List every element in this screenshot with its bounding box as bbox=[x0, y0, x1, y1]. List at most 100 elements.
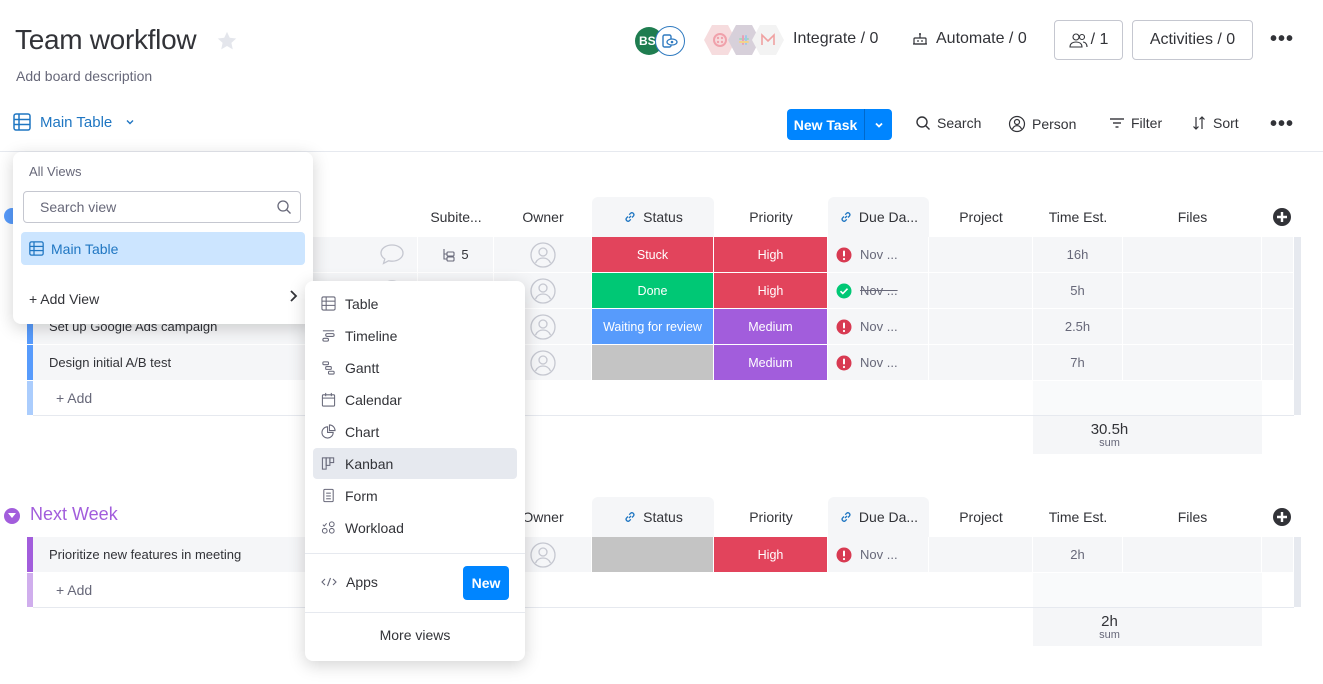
priority-cell[interactable]: Medium bbox=[714, 309, 828, 344]
time-est-cell[interactable]: 2.5h bbox=[1033, 309, 1123, 344]
empty-owner-avatar-icon[interactable] bbox=[529, 277, 556, 304]
comment-bubble-icon[interactable] bbox=[379, 243, 405, 265]
status-cell[interactable]: Stuck bbox=[592, 237, 714, 272]
column-header-files[interactable]: Files bbox=[1123, 497, 1262, 537]
menu-item-workload[interactable]: Workload bbox=[313, 512, 517, 543]
members-button[interactable]: / 1 bbox=[1054, 20, 1123, 60]
person-filter-button[interactable]: Person bbox=[1008, 115, 1076, 133]
column-header-due[interactable]: Due Da... bbox=[828, 497, 929, 537]
menu-item-gantt[interactable]: Gantt bbox=[313, 352, 517, 383]
new-badge[interactable]: New bbox=[463, 566, 509, 600]
status-cell[interactable] bbox=[592, 537, 714, 572]
column-header-project[interactable]: Project bbox=[929, 497, 1033, 537]
column-header-owner[interactable]: Owner bbox=[494, 197, 592, 237]
project-cell[interactable] bbox=[929, 537, 1033, 572]
menu-item-table[interactable]: Table bbox=[313, 288, 517, 319]
chevron-right-icon[interactable] bbox=[287, 289, 299, 303]
filter-icon bbox=[1110, 118, 1124, 128]
due-date-cell[interactable]: Nov ... bbox=[828, 237, 929, 272]
column-header-due[interactable]: Due Da... bbox=[828, 197, 929, 237]
time-est-cell[interactable]: 2h bbox=[1033, 537, 1123, 572]
time-est-cell[interactable]: 5h bbox=[1033, 273, 1123, 308]
project-cell[interactable] bbox=[929, 345, 1033, 380]
column-header-status[interactable]: Status bbox=[592, 497, 714, 537]
column-header-time[interactable]: Time Est. bbox=[1033, 197, 1123, 237]
project-cell[interactable] bbox=[929, 309, 1033, 344]
add-column-button[interactable] bbox=[1272, 207, 1292, 232]
add-column-icon[interactable] bbox=[1272, 207, 1292, 227]
column-header-files[interactable]: Files bbox=[1123, 197, 1262, 237]
add-column-button[interactable] bbox=[1272, 507, 1292, 532]
empty-owner-avatar-icon[interactable] bbox=[529, 241, 556, 268]
due-date-cell[interactable]: Nov ... bbox=[828, 537, 929, 572]
favorite-star-icon[interactable] bbox=[216, 30, 238, 52]
empty-owner-avatar-icon[interactable] bbox=[529, 541, 556, 568]
menu-item-form[interactable]: Form bbox=[313, 480, 517, 511]
new-task-dropdown[interactable] bbox=[865, 109, 892, 140]
files-cell[interactable] bbox=[1123, 345, 1262, 380]
board-menu-icon[interactable]: ••• bbox=[1270, 28, 1294, 51]
filter-button[interactable]: Filter bbox=[1109, 115, 1162, 131]
priority-cell[interactable]: High bbox=[714, 237, 828, 272]
add-item-button[interactable]: + Add bbox=[56, 390, 92, 406]
files-cell[interactable] bbox=[1123, 309, 1262, 344]
column-header-priority[interactable]: Priority bbox=[714, 197, 828, 237]
add-column-icon[interactable] bbox=[1272, 507, 1292, 527]
priority-cell[interactable]: High bbox=[714, 537, 828, 572]
activities-button[interactable]: Activities / 0 bbox=[1132, 20, 1253, 60]
empty-owner-avatar-icon[interactable] bbox=[529, 349, 556, 376]
status-cell[interactable] bbox=[592, 345, 714, 380]
search-view-input[interactable]: Search view bbox=[23, 191, 301, 223]
column-header-subitems[interactable]: Subite... bbox=[418, 197, 494, 237]
menu-item-chart[interactable]: Chart bbox=[313, 416, 517, 447]
project-cell[interactable] bbox=[929, 237, 1033, 272]
column-header-time[interactable]: Time Est. bbox=[1033, 497, 1123, 537]
column-header-status[interactable]: Status bbox=[592, 197, 714, 237]
search-button[interactable]: Search bbox=[915, 115, 981, 131]
group-collapse-toggle[interactable] bbox=[4, 508, 20, 524]
files-cell[interactable] bbox=[1123, 537, 1262, 572]
time-est-cell[interactable]: 16h bbox=[1033, 237, 1123, 272]
priority-cell[interactable]: Medium bbox=[714, 345, 828, 380]
add-row-time-placeholder bbox=[1033, 573, 1262, 607]
viewer-avatar[interactable] bbox=[655, 26, 685, 56]
status-cell[interactable]: Waiting for review bbox=[592, 309, 714, 344]
column-header-project[interactable]: Project bbox=[929, 197, 1033, 237]
files-cell[interactable] bbox=[1123, 273, 1262, 308]
status-cell[interactable]: Done bbox=[592, 273, 714, 308]
add-item-button[interactable]: + Add bbox=[56, 582, 92, 598]
integrate-button[interactable]: Integrate / 0 bbox=[793, 30, 878, 48]
menu-item-kanban[interactable]: Kanban bbox=[313, 448, 517, 479]
view-tab-main-table[interactable]: Main Table bbox=[13, 113, 136, 131]
new-task-button[interactable]: New Task bbox=[787, 109, 892, 140]
due-date-cell[interactable]: Nov ... bbox=[828, 345, 929, 380]
view-item-main-table[interactable]: Main Table bbox=[21, 232, 305, 265]
board-title[interactable]: Team workflow bbox=[15, 24, 197, 56]
due-date-cell[interactable]: Nov ... bbox=[828, 273, 929, 308]
subitems-cell[interactable]: 5 bbox=[418, 237, 494, 272]
automate-button[interactable]: Automate / 0 bbox=[912, 30, 1027, 48]
empty-cell bbox=[1262, 273, 1294, 308]
priority-cell[interactable]: High bbox=[714, 273, 828, 308]
more-actions-icon[interactable]: ••• bbox=[1270, 113, 1294, 136]
group-title-next-week[interactable]: Next Week bbox=[30, 504, 118, 525]
comment-button[interactable] bbox=[379, 243, 405, 270]
files-cell[interactable] bbox=[1123, 237, 1262, 272]
add-view-button[interactable]: + Add View bbox=[29, 291, 99, 307]
more-views-link[interactable]: More views bbox=[305, 627, 525, 643]
empty-owner-avatar-icon[interactable] bbox=[529, 313, 556, 340]
chevron-down-icon[interactable] bbox=[124, 116, 136, 128]
gmail-integration-icon[interactable] bbox=[752, 24, 784, 56]
owner-cell[interactable] bbox=[494, 237, 592, 272]
sort-button[interactable]: Sort bbox=[1191, 115, 1239, 131]
board-description[interactable]: Add board description bbox=[16, 68, 152, 84]
time-est-cell[interactable]: 7h bbox=[1033, 345, 1123, 380]
menu-item-calendar[interactable]: Calendar bbox=[313, 384, 517, 415]
project-cell[interactable] bbox=[929, 273, 1033, 308]
subitems-icon bbox=[443, 248, 455, 262]
column-header-priority[interactable]: Priority bbox=[714, 497, 828, 537]
menu-item-timeline[interactable]: Timeline bbox=[313, 320, 517, 351]
new-task-label[interactable]: New Task bbox=[787, 109, 865, 140]
chart-view-icon bbox=[321, 424, 336, 439]
due-date-cell[interactable]: Nov ... bbox=[828, 309, 929, 344]
